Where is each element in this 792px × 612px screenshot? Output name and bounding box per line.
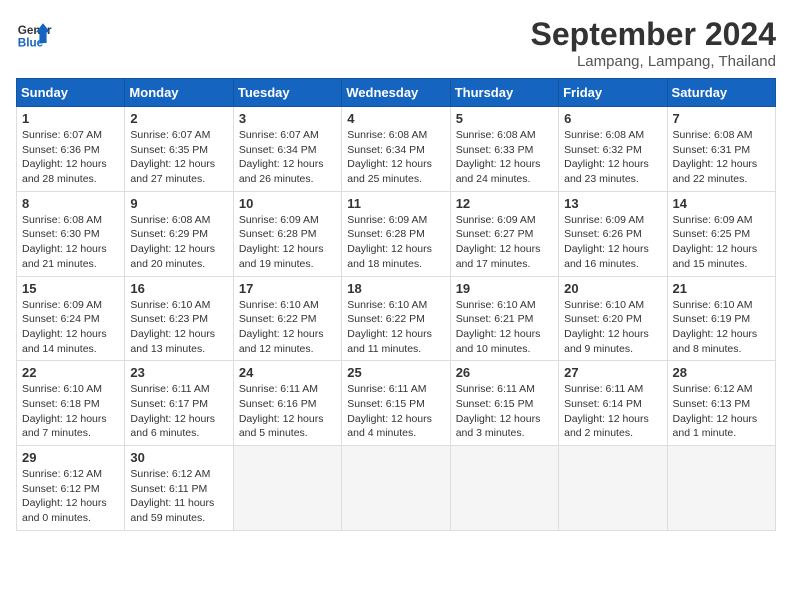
table-row: 8Sunrise: 6:08 AMSunset: 6:30 PMDaylight… (17, 191, 125, 276)
table-row (450, 446, 558, 531)
table-row: 10Sunrise: 6:09 AMSunset: 6:28 PMDayligh… (233, 191, 341, 276)
table-row: 23Sunrise: 6:11 AMSunset: 6:17 PMDayligh… (125, 361, 233, 446)
table-row: 15Sunrise: 6:09 AMSunset: 6:24 PMDayligh… (17, 276, 125, 361)
header-friday: Friday (559, 79, 667, 107)
title-section: September 2024 Lampang, Lampang, Thailan… (531, 16, 776, 70)
table-row: 22Sunrise: 6:10 AMSunset: 6:18 PMDayligh… (17, 361, 125, 446)
table-row: 27Sunrise: 6:11 AMSunset: 6:14 PMDayligh… (559, 361, 667, 446)
table-row: 29Sunrise: 6:12 AMSunset: 6:12 PMDayligh… (17, 446, 125, 531)
table-row: 9Sunrise: 6:08 AMSunset: 6:29 PMDaylight… (125, 191, 233, 276)
header-monday: Monday (125, 79, 233, 107)
table-row: 18Sunrise: 6:10 AMSunset: 6:22 PMDayligh… (342, 276, 450, 361)
table-row: 12Sunrise: 6:09 AMSunset: 6:27 PMDayligh… (450, 191, 558, 276)
logo: General Blue (16, 16, 52, 52)
logo-icon: General Blue (16, 16, 52, 52)
table-row (233, 446, 341, 531)
table-row (342, 446, 450, 531)
table-row: 14Sunrise: 6:09 AMSunset: 6:25 PMDayligh… (667, 191, 775, 276)
table-row: 19Sunrise: 6:10 AMSunset: 6:21 PMDayligh… (450, 276, 558, 361)
calendar-table: Sunday Monday Tuesday Wednesday Thursday… (16, 78, 776, 531)
header-wednesday: Wednesday (342, 79, 450, 107)
table-row (667, 446, 775, 531)
page-header: General Blue September 2024 Lampang, Lam… (16, 16, 776, 70)
table-row: 26Sunrise: 6:11 AMSunset: 6:15 PMDayligh… (450, 361, 558, 446)
table-row: 1Sunrise: 6:07 AMSunset: 6:36 PMDaylight… (17, 107, 125, 192)
table-row: 11Sunrise: 6:09 AMSunset: 6:28 PMDayligh… (342, 191, 450, 276)
table-row: 3Sunrise: 6:07 AMSunset: 6:34 PMDaylight… (233, 107, 341, 192)
table-row: 16Sunrise: 6:10 AMSunset: 6:23 PMDayligh… (125, 276, 233, 361)
month-title: September 2024 (531, 16, 776, 53)
table-row: 25Sunrise: 6:11 AMSunset: 6:15 PMDayligh… (342, 361, 450, 446)
table-row: 30Sunrise: 6:12 AMSunset: 6:11 PMDayligh… (125, 446, 233, 531)
header-sunday: Sunday (17, 79, 125, 107)
header-tuesday: Tuesday (233, 79, 341, 107)
table-row: 2Sunrise: 6:07 AMSunset: 6:35 PMDaylight… (125, 107, 233, 192)
table-row: 20Sunrise: 6:10 AMSunset: 6:20 PMDayligh… (559, 276, 667, 361)
weekday-header-row: Sunday Monday Tuesday Wednesday Thursday… (17, 79, 776, 107)
table-row (559, 446, 667, 531)
table-row: 7Sunrise: 6:08 AMSunset: 6:31 PMDaylight… (667, 107, 775, 192)
table-row: 28Sunrise: 6:12 AMSunset: 6:13 PMDayligh… (667, 361, 775, 446)
table-row: 17Sunrise: 6:10 AMSunset: 6:22 PMDayligh… (233, 276, 341, 361)
header-saturday: Saturday (667, 79, 775, 107)
table-row: 13Sunrise: 6:09 AMSunset: 6:26 PMDayligh… (559, 191, 667, 276)
table-row: 21Sunrise: 6:10 AMSunset: 6:19 PMDayligh… (667, 276, 775, 361)
table-row: 24Sunrise: 6:11 AMSunset: 6:16 PMDayligh… (233, 361, 341, 446)
header-thursday: Thursday (450, 79, 558, 107)
table-row: 4Sunrise: 6:08 AMSunset: 6:34 PMDaylight… (342, 107, 450, 192)
location: Lampang, Lampang, Thailand (531, 53, 776, 70)
table-row: 5Sunrise: 6:08 AMSunset: 6:33 PMDaylight… (450, 107, 558, 192)
table-row: 6Sunrise: 6:08 AMSunset: 6:32 PMDaylight… (559, 107, 667, 192)
